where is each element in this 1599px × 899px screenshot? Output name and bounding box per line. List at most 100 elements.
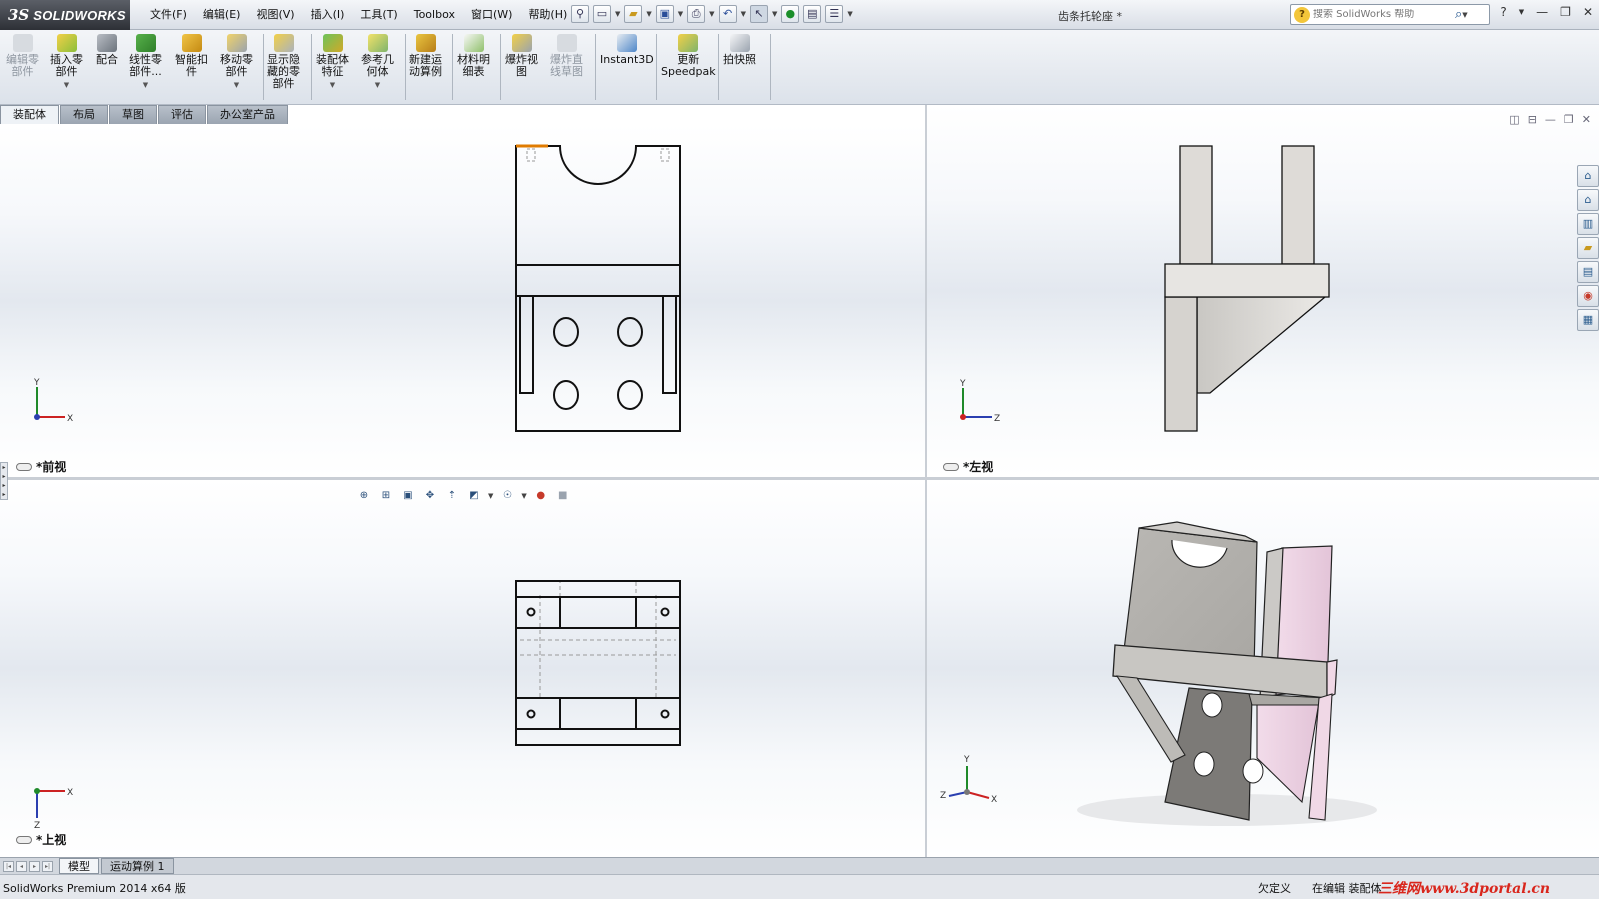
- undo-icon[interactable]: ↶: [718, 5, 737, 23]
- mate-paperclip-icon: [97, 34, 117, 52]
- menu-file[interactable]: 文件(F): [142, 7, 195, 23]
- viewport-vertical-splitter[interactable]: [925, 105, 927, 857]
- help-search-box[interactable]: ? ⌕ ▼: [1290, 4, 1490, 25]
- smart-fasteners-button[interactable]: 智能扣 件: [175, 34, 208, 78]
- linear-pattern-button[interactable]: 线性零 部件... ▼: [129, 34, 162, 91]
- solidworks-resources-icon[interactable]: ⌂: [1577, 165, 1599, 187]
- split-vertical-icon[interactable]: ◫: [1509, 113, 1519, 126]
- move-component-label: 移动零 部件: [220, 53, 253, 78]
- menu-tools[interactable]: 工具(T): [352, 7, 405, 23]
- first-tab-icon[interactable]: |◂: [3, 860, 14, 872]
- open-folder-icon[interactable]: ▰: [624, 5, 643, 23]
- save-icon[interactable]: ▣: [655, 5, 674, 23]
- edit-component-label: 编辑零 部件: [6, 53, 39, 78]
- appearances-icon[interactable]: ◉: [1577, 285, 1599, 307]
- reference-geometry-dropdown-icon[interactable]: ▼: [361, 79, 394, 91]
- bom-button[interactable]: 材料明 细表: [457, 34, 490, 78]
- close-icon[interactable]: ✕: [1583, 5, 1593, 19]
- select-cursor-icon[interactable]: ↖: [749, 5, 768, 23]
- tab-motion-study-1[interactable]: 运动算例 1: [101, 858, 174, 874]
- viewport-horizontal-splitter[interactable]: [0, 477, 1599, 480]
- tab-sketch[interactable]: 草图: [109, 105, 157, 124]
- menu-view[interactable]: 视图(V): [248, 7, 302, 23]
- new-dropdown-icon[interactable]: ▼: [615, 10, 620, 18]
- next-tab-icon[interactable]: ▸: [29, 860, 40, 872]
- new-motion-study-button[interactable]: 新建运 动算例: [409, 34, 442, 78]
- iso-axis-z: Z: [940, 791, 946, 801]
- link-views-icon[interactable]: [943, 462, 959, 471]
- viewport-close-icon[interactable]: ✕: [1582, 113, 1591, 126]
- solidworks-logo[interactable]: 3S SOLIDWORKS: [0, 0, 130, 30]
- tab-assembly[interactable]: 装配体: [0, 105, 59, 124]
- menu-toolbox[interactable]: Toolbox: [406, 7, 463, 23]
- insert-component-button[interactable]: 插入零 部件 ▼: [50, 34, 83, 91]
- split-horizontal-icon[interactable]: ⊟: [1528, 113, 1537, 126]
- explode-line-sketch-button[interactable]: 爆炸直 线草图: [550, 34, 583, 78]
- viewport-top[interactable]: ⊕ ⊞ ▣ ✥ ⇡ ◩ ▼ ☉ ▼ ● ■ X Z *上视: [0, 480, 925, 857]
- search-input[interactable]: [1313, 9, 1453, 20]
- new-document-icon[interactable]: ▭: [593, 5, 611, 23]
- move-component-dropdown-icon[interactable]: ▼: [220, 79, 253, 91]
- update-speedpak-button[interactable]: 更新 Speedpak: [661, 34, 716, 78]
- link-views-icon[interactable]: [16, 462, 32, 471]
- edit-component-button[interactable]: 编辑零 部件: [6, 34, 39, 78]
- custom-properties-icon[interactable]: ▦: [1577, 309, 1599, 331]
- minimize-icon[interactable]: —: [1536, 5, 1548, 19]
- link-views-icon[interactable]: [16, 835, 32, 844]
- design-library-icon[interactable]: ▥: [1577, 213, 1599, 235]
- insert-component-dropdown-icon[interactable]: ▼: [50, 79, 83, 91]
- undo-dropdown-icon[interactable]: ▼: [741, 10, 746, 18]
- linear-pattern-label: 线性零 部件...: [129, 53, 162, 78]
- restore-icon[interactable]: ❐: [1560, 5, 1571, 19]
- exploded-view-button[interactable]: 爆炸视 图: [505, 34, 538, 78]
- options-icon[interactable]: ☰: [825, 5, 844, 23]
- file-explorer-icon[interactable]: ▰: [1577, 237, 1599, 259]
- toolbar-separator: [500, 34, 501, 100]
- tab-layout[interactable]: 布局: [60, 105, 108, 124]
- menu-help[interactable]: 帮助(H): [520, 7, 575, 23]
- save-dropdown-icon[interactable]: ▼: [678, 10, 683, 18]
- assembly-features-dropdown-icon[interactable]: ▼: [316, 79, 349, 91]
- mate-button[interactable]: 配合: [96, 34, 118, 66]
- prev-tab-icon[interactable]: ◂: [16, 860, 27, 872]
- left-axis-y: Y: [959, 379, 966, 389]
- viewport-front[interactable]: Y X *前视: [0, 125, 925, 477]
- file-properties-icon[interactable]: ▤: [803, 5, 822, 23]
- viewport-left[interactable]: Y Z ◫ ⊟ — ❐ ✕ *左视: [927, 105, 1599, 477]
- open-dropdown-icon[interactable]: ▼: [646, 10, 651, 18]
- tab-evaluate[interactable]: 评估: [158, 105, 206, 124]
- feature-manager-toggle[interactable]: ▸ ▸ ▸ ▸: [0, 462, 8, 500]
- instant3d-button[interactable]: Instant3D: [600, 34, 654, 66]
- search-dropdown-icon[interactable]: ▼: [1462, 11, 1467, 19]
- tab-office-products[interactable]: 办公室产品: [207, 105, 288, 124]
- menu-insert[interactable]: 插入(I): [303, 7, 353, 23]
- task-pane-tabs: ⌂ ⌂ ▥ ▰ ▤ ◉ ▦: [1577, 165, 1599, 331]
- move-component-button[interactable]: 移动零 部件 ▼: [220, 34, 253, 91]
- viewport-minimize-icon[interactable]: —: [1545, 113, 1556, 126]
- reference-geometry-button[interactable]: 参考几 何体 ▼: [361, 34, 394, 91]
- menu-edit[interactable]: 编辑(E): [195, 7, 249, 23]
- take-snapshot-button[interactable]: 拍快照: [723, 34, 756, 66]
- home-icon[interactable]: ⌂: [1577, 189, 1599, 211]
- view-palette-icon[interactable]: ▤: [1577, 261, 1599, 283]
- help-dropdown-icon[interactable]: ▼: [1519, 8, 1524, 16]
- search-icon[interactable]: ⌕: [1455, 7, 1462, 22]
- front-view-name: *前视: [36, 460, 67, 474]
- assembly-features-button[interactable]: 装配体 特征 ▼: [316, 34, 349, 91]
- print-icon[interactable]: ⎙: [687, 5, 706, 23]
- tab-model[interactable]: 模型: [59, 858, 99, 874]
- rebuild-traffic-light-icon[interactable]: ●: [781, 5, 800, 23]
- viewport-restore-icon[interactable]: ❐: [1564, 113, 1574, 126]
- viewport-isometric[interactable]: Y X Z: [927, 480, 1599, 857]
- last-tab-icon[interactable]: ▸|: [42, 860, 53, 872]
- help-icon[interactable]: ?: [1500, 5, 1506, 19]
- options-dropdown-icon[interactable]: ▼: [847, 10, 852, 18]
- menu-window[interactable]: 窗口(W): [463, 7, 520, 23]
- show-hidden-components-button[interactable]: 显示隐 藏的零 部件: [267, 34, 300, 90]
- linear-pattern-dropdown-icon[interactable]: ▼: [129, 79, 162, 91]
- edit-component-icon: [12, 34, 33, 52]
- pin-icon[interactable]: ⚲: [571, 5, 589, 23]
- print-dropdown-icon[interactable]: ▼: [709, 10, 714, 18]
- instant3d-label: Instant3D: [600, 53, 654, 66]
- select-dropdown-icon[interactable]: ▼: [772, 10, 777, 18]
